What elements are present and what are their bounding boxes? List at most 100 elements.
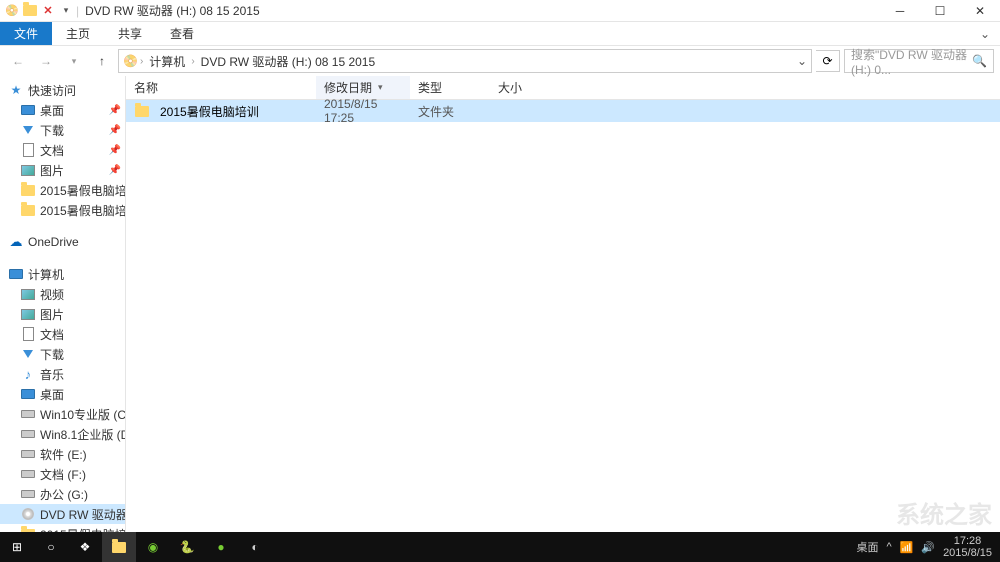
sidebar-label: 文档 [40, 142, 64, 159]
sidebar-item[interactable]: 下载 [0, 344, 125, 364]
sidebar-item[interactable]: ♪音乐 [0, 364, 125, 384]
breadcrumb-drive[interactable]: DVD RW 驱动器 (H:) 08 15 2015 [197, 53, 380, 70]
music-icon: ♪ [20, 366, 36, 382]
qat-folder-icon[interactable] [22, 3, 38, 19]
monitor-icon [8, 266, 24, 282]
sidebar-item[interactable]: DVD RW 驱动器 (H [0, 504, 125, 524]
start-button[interactable]: ⊞ [0, 532, 34, 562]
monitor-icon [20, 102, 36, 118]
tray-network-icon[interactable]: 📶 [900, 541, 914, 554]
pin-icon: 📌 [109, 105, 121, 116]
sidebar-item[interactable]: 图片📌 [0, 160, 125, 180]
taskbar-app-icon[interactable]: ◐ [238, 532, 272, 562]
chevron-right-icon[interactable]: › [191, 56, 194, 67]
back-button[interactable]: ← [6, 49, 30, 73]
sidebar-label: 文档 (F:) [40, 466, 86, 483]
folder-icon [20, 202, 36, 218]
qat-close-icon[interactable]: ✕ [40, 3, 56, 19]
sidebar-label: 视频 [40, 286, 64, 303]
taskview-button[interactable]: ❖ [68, 532, 102, 562]
sidebar-item[interactable]: 软件 (E:) [0, 444, 125, 464]
column-date[interactable]: 修改日期▾ [316, 76, 410, 99]
file-row[interactable]: 2015暑假电脑培训 2015/8/15 17:25 文件夹 [126, 100, 1000, 122]
chevron-right-icon[interactable]: › [140, 56, 143, 67]
window-title: DVD RW 驱动器 (H:) 08 15 2015 [85, 2, 260, 19]
sidebar-item[interactable]: 文档 [0, 324, 125, 344]
sidebar-label: OneDrive [28, 235, 79, 249]
refresh-button[interactable]: ⟳ [816, 50, 840, 72]
up-button[interactable]: ↑ [90, 49, 114, 73]
sidebar-item[interactable]: 文档 (F:) [0, 464, 125, 484]
sidebar-label: 计算机 [28, 266, 64, 283]
sidebar-label: 桌面 [40, 386, 64, 403]
sidebar-label: 软件 (E:) [40, 446, 87, 463]
taskbar[interactable]: ⊞ ○ ❖ ◉ 🐍 ● ◐ 桌面 ^ 📶 🔊 17:28 2015/8/15 [0, 532, 1000, 562]
file-list[interactable]: 2015暑假电脑培训 2015/8/15 17:25 文件夹 [126, 100, 1000, 538]
tray-up-icon[interactable]: ^ [886, 541, 891, 553]
sidebar-item[interactable]: 桌面 [0, 384, 125, 404]
doc-icon [20, 142, 36, 158]
sidebar-label: 文档 [40, 326, 64, 343]
sidebar-label: 图片 [40, 306, 64, 323]
forward-button[interactable]: → [34, 49, 58, 73]
maximize-button[interactable]: ☐ [920, 0, 960, 22]
sidebar-item[interactable]: 办公 (G:) [0, 484, 125, 504]
column-type[interactable]: 类型 [410, 76, 490, 99]
tab-share[interactable]: 共享 [104, 22, 156, 45]
sidebar-item[interactable]: Win8.1企业版 (D:) [0, 424, 125, 444]
cloud-icon: ☁ [8, 234, 24, 250]
sidebar-item[interactable]: Win10专业版 (C:) [0, 404, 125, 424]
titlebar: 📀 ✕ ▾ | DVD RW 驱动器 (H:) 08 15 2015 ─ ☐ ✕ [0, 0, 1000, 22]
recent-dropdown[interactable]: ▾ [62, 49, 86, 73]
pic-icon [20, 286, 36, 302]
sidebar-label: 办公 (G:) [40, 486, 88, 503]
sidebar-item[interactable]: 桌面 📌 [0, 100, 125, 120]
sidebar-item[interactable]: 图片 [0, 304, 125, 324]
close-button[interactable]: ✕ [960, 0, 1000, 22]
sidebar-label: 桌面 [40, 102, 64, 119]
taskbar-app-icon[interactable]: ◉ [136, 532, 170, 562]
taskbar-explorer-icon[interactable] [102, 532, 136, 562]
sidebar-group-root[interactable]: ★快速访问 [0, 80, 125, 100]
sidebar-label: DVD RW 驱动器 (H [40, 506, 125, 523]
breadcrumb-computer[interactable]: 计算机 [145, 53, 189, 70]
navigation-pane[interactable]: ★快速访问桌面📌下载📌文档📌图片📌2015暑假电脑培训2015暑假电脑培训☁On… [0, 76, 126, 538]
sidebar-label: 图片 [40, 162, 64, 179]
ribbon-expand-button[interactable]: ⌄ [970, 22, 1000, 45]
sidebar-item[interactable]: 视频 [0, 284, 125, 304]
file-type: 文件夹 [410, 103, 490, 120]
qat-dropdown-icon[interactable]: ▾ [58, 3, 74, 19]
search-input[interactable]: 搜索"DVD RW 驱动器 (H:) 0... 🔍 [844, 49, 994, 73]
sidebar-label: Win10专业版 (C:) [40, 406, 125, 423]
sidebar-item[interactable]: 文档📌 [0, 140, 125, 160]
column-headers: 名称 修改日期▾ 类型 大小 [126, 76, 1000, 100]
tab-home[interactable]: 主页 [52, 22, 104, 45]
star-icon: ★ [8, 82, 24, 98]
column-size[interactable]: 大小 [490, 76, 550, 99]
tab-view[interactable]: 查看 [156, 22, 208, 45]
cortana-button[interactable]: ○ [34, 532, 68, 562]
minimize-button[interactable]: ─ [880, 0, 920, 22]
sidebar-item[interactable]: 2015暑假电脑培训 [0, 180, 125, 200]
sidebar-item[interactable]: 2015暑假电脑培训 [0, 200, 125, 220]
column-name[interactable]: 名称 [126, 76, 316, 99]
taskbar-desktop-label[interactable]: 桌面 [856, 539, 878, 555]
tab-file[interactable]: 文件 [0, 22, 52, 45]
clock-date[interactable]: 2015/8/15 [943, 547, 992, 559]
monitor-icon [20, 386, 36, 402]
folder-icon [134, 103, 150, 119]
drive-icon [20, 406, 36, 422]
address-bar[interactable]: 📀 › 计算机 › DVD RW 驱动器 (H:) 08 15 2015 ⌄ [118, 49, 812, 73]
sidebar-item[interactable]: 下载📌 [0, 120, 125, 140]
sidebar-group-root[interactable]: 计算机 [0, 264, 125, 284]
sidebar-group-root[interactable]: ☁ OneDrive [0, 232, 125, 252]
clock-time[interactable]: 17:28 [943, 535, 992, 547]
taskbar-app-icon[interactable]: ● [204, 532, 238, 562]
sort-indicator-icon: ▾ [378, 82, 383, 93]
sidebar-label: 2015暑假电脑培训 [40, 202, 125, 219]
taskbar-app-icon[interactable]: 🐍 [170, 532, 204, 562]
tray-volume-icon[interactable]: 🔊 [921, 541, 935, 554]
search-icon[interactable]: 🔍 [972, 54, 987, 68]
address-dropdown-icon[interactable]: ⌄ [797, 54, 807, 68]
file-view: 名称 修改日期▾ 类型 大小 2015暑假电脑培训 2015/8/15 17:2… [126, 76, 1000, 538]
